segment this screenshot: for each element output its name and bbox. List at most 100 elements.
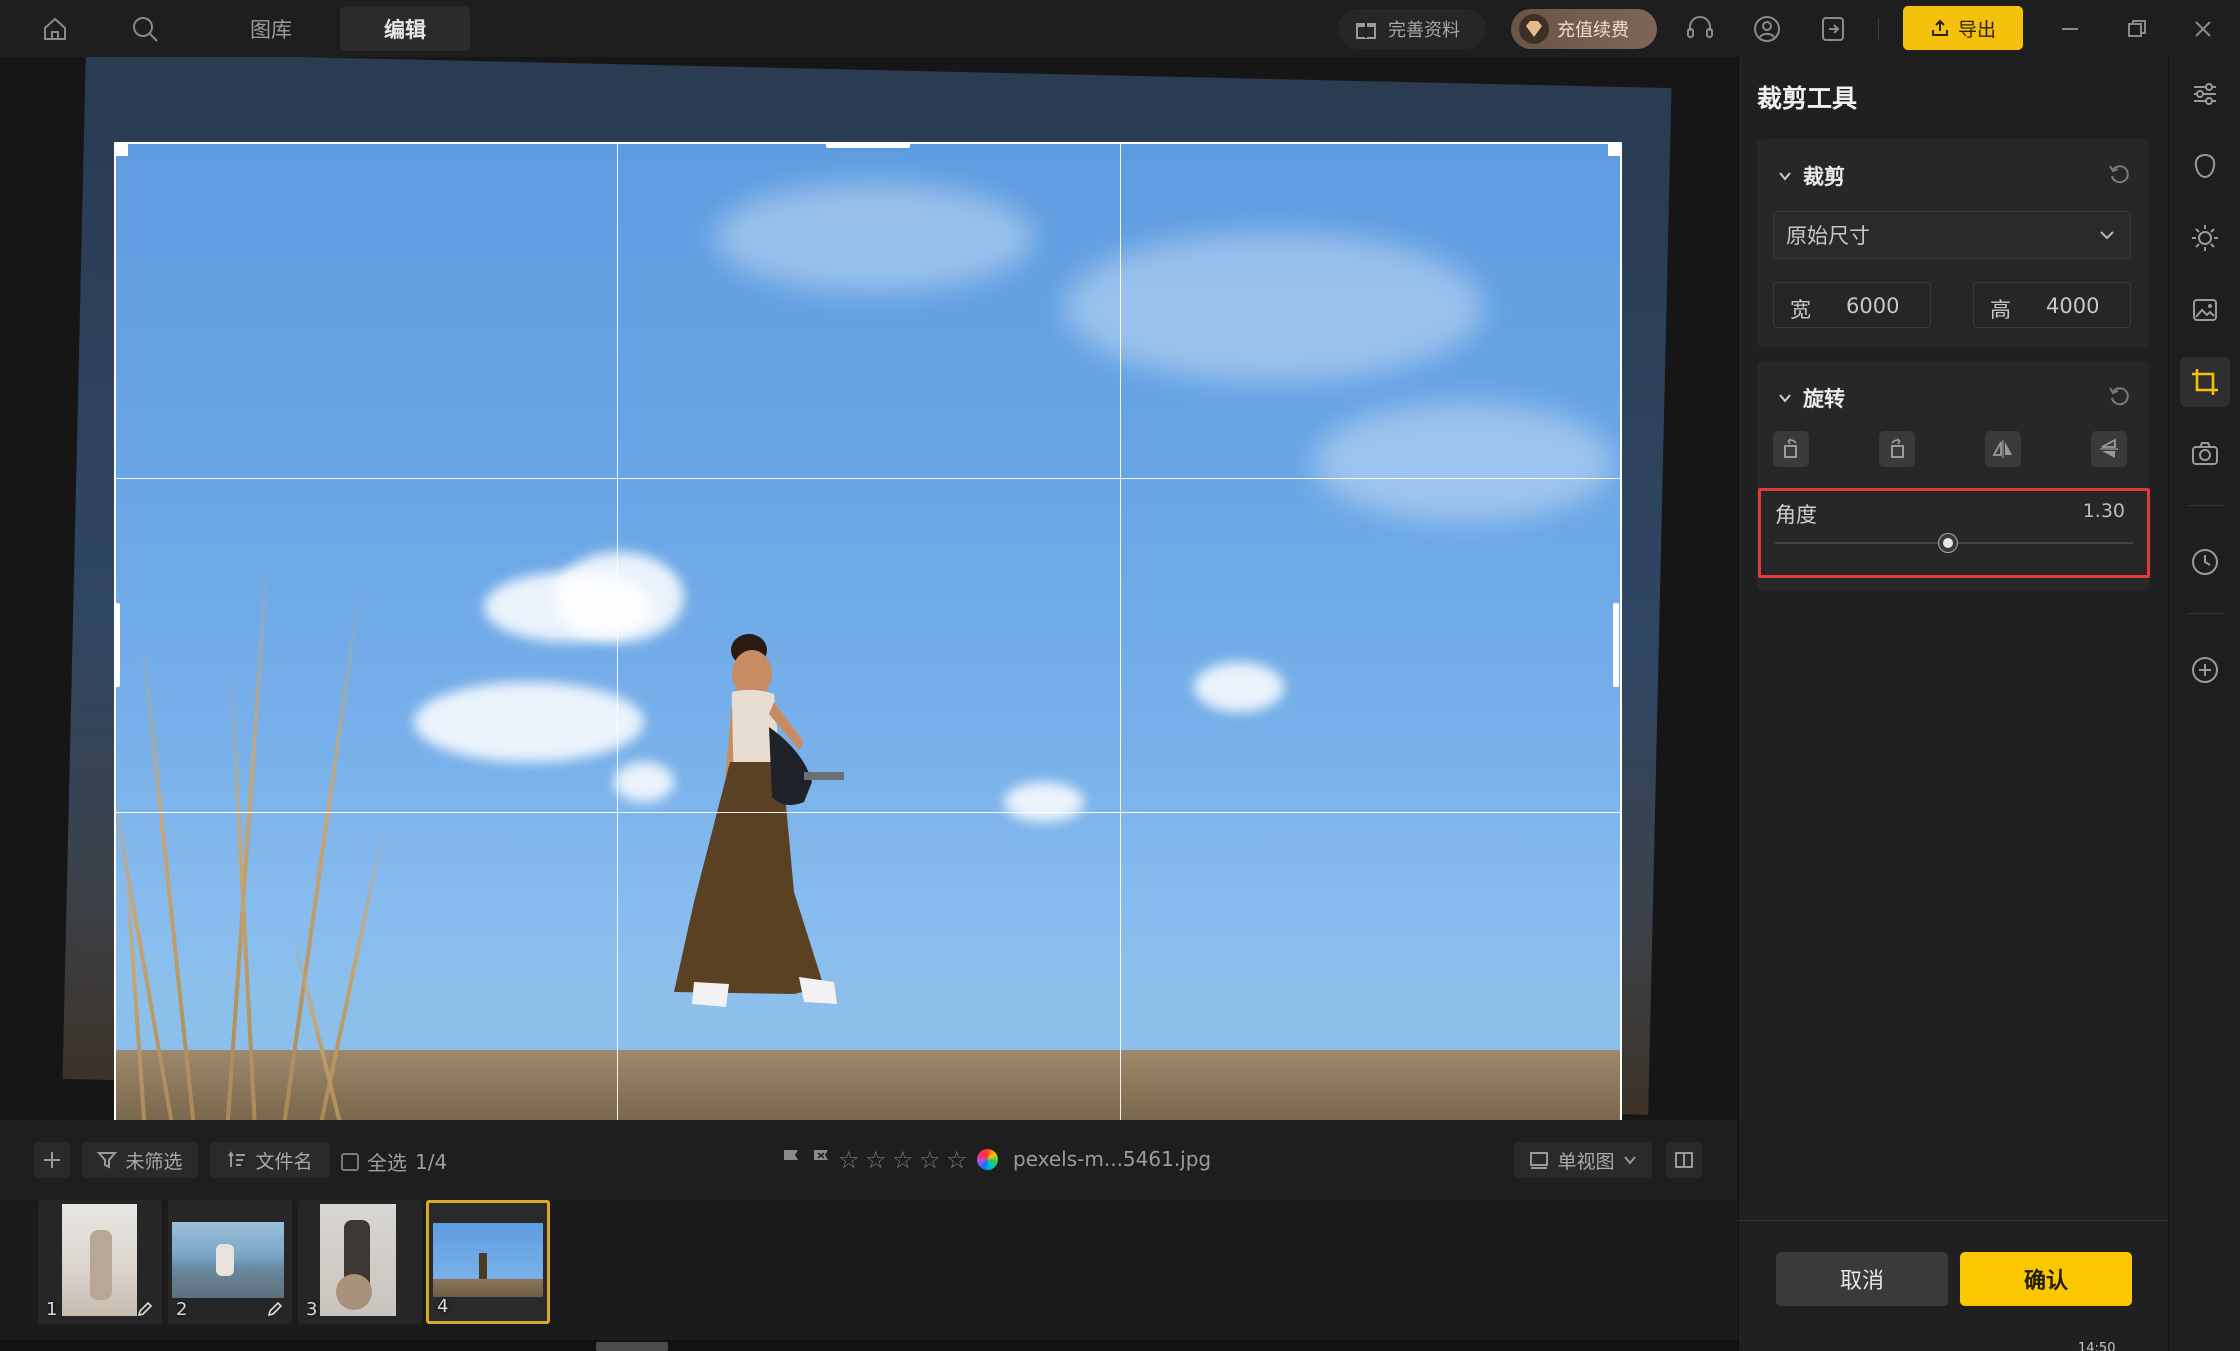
crop-handle-left[interactable] (114, 603, 120, 687)
filmstrip-scrollbar[interactable] (596, 1342, 668, 1351)
flip-vertical-icon (2100, 438, 2118, 458)
single-view-icon (1530, 1152, 1549, 1169)
minimize-icon[interactable] (2052, 12, 2088, 46)
plus-icon (44, 1152, 60, 1168)
support-headset-icon[interactable] (1683, 12, 1717, 46)
restore-icon[interactable] (2119, 12, 2155, 46)
width-label: 宽 (1790, 298, 1811, 322)
divider (1878, 18, 1879, 40)
crop-section: 裁剪 原始尺寸 宽 6000 高 4000 (1757, 139, 2149, 347)
grid-line (116, 478, 1620, 479)
crop-section-header[interactable]: 裁剪 (1777, 161, 1845, 191)
complete-profile-label: 完善资料 (1388, 20, 1460, 41)
star-icon[interactable]: ☆ (865, 1146, 887, 1174)
rotate-right-button[interactable] (1879, 431, 1915, 467)
crop-handle-top-left[interactable] (114, 142, 128, 156)
crop-handle-top[interactable] (826, 142, 910, 148)
tab-gallery[interactable]: 图库 (206, 6, 336, 51)
crop-frame[interactable] (114, 142, 1622, 1120)
chevron-down-icon (1623, 1156, 1636, 1165)
chevron-down-icon (2100, 231, 2114, 240)
crop-tool-panel: 裁剪工具 裁剪 原始尺寸 宽 6000 高 4000 旋转 (1738, 57, 2168, 1351)
angle-slider-thumb[interactable] (1939, 534, 1957, 552)
system-clock: 14:50 (2078, 1341, 2116, 1351)
view-mode-label: 单视图 (1557, 1150, 1615, 1173)
image-edit-icon[interactable] (2180, 285, 2230, 335)
add-icon[interactable] (2180, 645, 2230, 695)
grid-line (116, 812, 1620, 813)
rotate-left-button[interactable] (1773, 431, 1809, 467)
reject-flag-icon[interactable] (810, 1148, 832, 1170)
star-icon[interactable]: ☆ (946, 1146, 968, 1174)
adjust-sliders-icon[interactable] (2180, 69, 2230, 119)
aspect-ratio-select[interactable]: 原始尺寸 (1773, 211, 2131, 259)
history-icon[interactable] (2180, 537, 2230, 587)
star-icon[interactable]: ☆ (892, 1146, 914, 1174)
portrait-icon[interactable] (2180, 141, 2230, 191)
crop-handle-right[interactable] (1613, 603, 1619, 687)
confirm-button[interactable]: 确认 (1960, 1252, 2132, 1306)
divider (1738, 1220, 2168, 1221)
angle-label: 角度 (1775, 503, 1817, 527)
brightness-icon[interactable] (2180, 213, 2230, 263)
flag-icon[interactable] (780, 1148, 802, 1170)
height-label: 高 (1990, 298, 2011, 322)
checkbox-box[interactable] (341, 1152, 359, 1171)
crop-icon[interactable] (2180, 357, 2230, 407)
thumbnail[interactable]: 2 (168, 1200, 292, 1324)
select-all-checkbox[interactable]: 全选 1/4 (341, 1147, 447, 1176)
tool-rail (2168, 57, 2240, 1351)
gift-icon (1356, 23, 1376, 39)
sort-button[interactable]: 文件名 (210, 1142, 330, 1178)
bottom-toolbar: 未筛选 文件名 全选 1/4 ☆ ☆ ☆ ☆ ☆ pexels-m...5461… (0, 1120, 1738, 1200)
rotate-section-header[interactable]: 旋转 (1777, 383, 1845, 413)
thumbnail-selected[interactable]: 4 (426, 1200, 550, 1324)
upload-icon (1931, 19, 1948, 36)
angle-value[interactable]: 1.30 (2083, 500, 2125, 522)
editing-canvas[interactable] (0, 57, 1738, 1120)
select-count: 1/4 (415, 1149, 448, 1174)
status-bar (0, 1340, 1738, 1351)
export-button[interactable]: 导出 (1903, 6, 2023, 50)
search-icon[interactable] (128, 12, 162, 46)
star-icon[interactable]: ☆ (838, 1146, 860, 1174)
star-icon[interactable]: ☆ (919, 1146, 941, 1174)
reset-icon[interactable] (2107, 161, 2133, 187)
filter-button[interactable]: 未筛选 (82, 1142, 198, 1178)
panel-title: 裁剪工具 (1757, 84, 1858, 113)
reset-icon[interactable] (2107, 383, 2133, 409)
export-label: 导出 (1957, 18, 1996, 41)
recharge-button[interactable]: 充值续费 (1511, 9, 1657, 49)
aspect-ratio-value: 原始尺寸 (1786, 224, 1870, 248)
rotate-section-title: 旋转 (1803, 387, 1845, 411)
user-account-icon[interactable] (1750, 12, 1784, 46)
flip-horizontal-icon (1992, 440, 2012, 458)
edited-pencil-icon (137, 1301, 153, 1317)
thumbnail[interactable]: 1 (38, 1200, 162, 1324)
compare-view-button[interactable] (1666, 1142, 1702, 1178)
height-value[interactable]: 4000 (2046, 294, 2099, 318)
cancel-button[interactable]: 取消 (1776, 1252, 1948, 1306)
add-image-button[interactable] (34, 1142, 70, 1178)
grid-line (617, 144, 618, 1120)
view-mode-dropdown[interactable]: 单视图 (1514, 1142, 1652, 1178)
home-icon[interactable] (38, 12, 72, 46)
color-label-icon[interactable] (977, 1149, 998, 1170)
logout-icon[interactable] (1816, 12, 1850, 46)
select-all-label: 全选 (367, 1151, 407, 1175)
crop-handle-top-right[interactable] (1608, 142, 1622, 156)
flip-vertical-button[interactable] (2091, 431, 2127, 467)
thumbnail[interactable]: 3 (298, 1200, 422, 1324)
divider (2187, 505, 2223, 506)
complete-profile-button[interactable]: 完善资料 (1338, 9, 1486, 49)
filter-label: 未筛选 (125, 1150, 183, 1173)
height-field[interactable]: 高 4000 (1973, 282, 2131, 328)
filter-icon (97, 1152, 118, 1169)
camera-icon[interactable] (2180, 429, 2230, 479)
close-icon[interactable] (2185, 12, 2221, 46)
width-value[interactable]: 6000 (1846, 294, 1899, 318)
width-field[interactable]: 宽 6000 (1773, 282, 1931, 328)
flip-horizontal-button[interactable] (1985, 431, 2021, 467)
tab-edit[interactable]: 编辑 (340, 6, 470, 51)
sort-label: 文件名 (255, 1150, 313, 1173)
